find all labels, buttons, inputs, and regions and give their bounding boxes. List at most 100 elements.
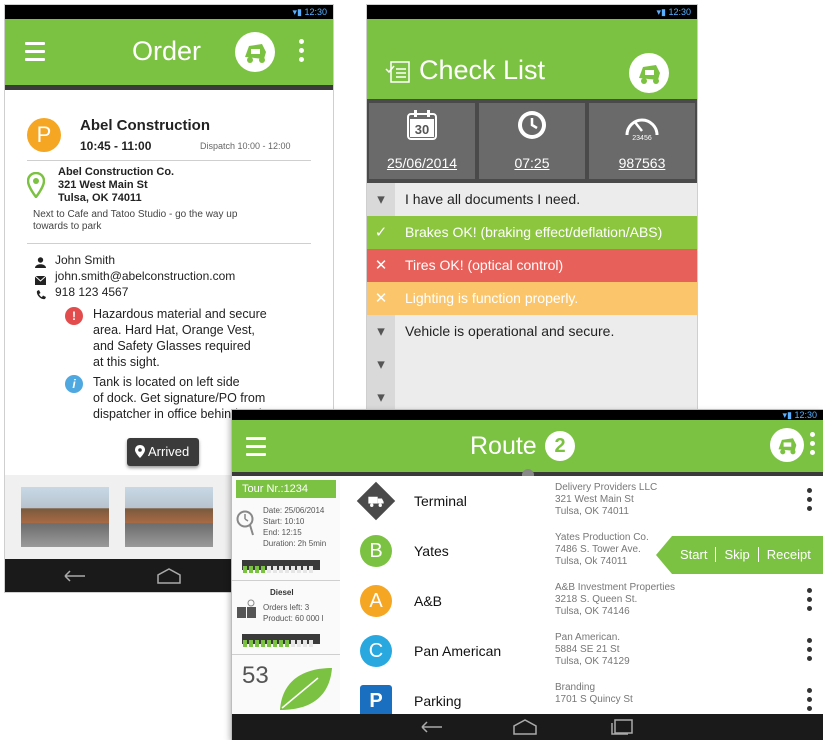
note-line: and Safety Glasses required — [93, 339, 251, 353]
arrived-button[interactable]: Arrived — [127, 438, 200, 466]
address-line: 321 West Main St — [555, 494, 634, 505]
contact-email[interactable]: john.smith@abelconstruction.com — [55, 269, 235, 283]
back-icon[interactable] — [420, 721, 446, 733]
leaf-icon — [280, 668, 332, 710]
menu-icon[interactable] — [25, 42, 45, 66]
recent-apps-icon[interactable] — [610, 719, 634, 735]
address-line: Branding — [555, 682, 596, 693]
app-bar-shadow — [5, 85, 333, 90]
stop-count-badge: 2 — [545, 431, 575, 461]
stop-address: Delivery Providers LLC 321 West Main St Tu… — [555, 482, 657, 518]
stop-row[interactable]: A A&B A&B Investment Properties 3218 S. Que… — [340, 576, 823, 627]
stop-menu-icon[interactable] — [807, 488, 813, 515]
address-line-2[interactable]: 321 West Main St — [58, 179, 148, 191]
address-line: Tulsa, OK 74011 — [555, 506, 629, 517]
checklist-item-label: Lighting is function properly. — [405, 290, 579, 306]
product-volume: Product: 60 000 l — [263, 614, 324, 623]
time-window: 10:45 - 11:00 — [80, 139, 152, 153]
note-line: area. Hard Hat, Orange Vest, — [93, 323, 255, 337]
clock-icon — [518, 111, 546, 139]
checklist-item[interactable]: ▾ — [367, 348, 697, 382]
time-progress — [242, 560, 320, 573]
expand-icon[interactable]: ▾ — [367, 348, 395, 381]
stop-address: A&B Investment Properties 3218 S. Queen S… — [555, 582, 675, 618]
cross-icon[interactable]: ✕ — [367, 282, 395, 315]
checklist-item[interactable]: ▾ Vehicle is operational and secure. — [367, 315, 697, 349]
route-app-bar: Route 2 — [232, 420, 823, 472]
stop-actions: Start Skip Receipt — [656, 536, 823, 574]
stop-letter-badge: A — [360, 585, 392, 617]
stop-menu-icon[interactable] — [807, 588, 813, 615]
start-button[interactable]: Start — [672, 547, 717, 562]
expand-icon[interactable]: ▾ — [367, 183, 395, 216]
home-icon[interactable] — [156, 568, 182, 584]
site-photo[interactable] — [21, 487, 109, 547]
person-icon — [35, 255, 46, 273]
odometer-tile[interactable]: 23456 987563 — [589, 103, 695, 179]
stop-letter-badge: B — [360, 535, 392, 567]
tour-number[interactable]: Tour Nr.:1234 — [236, 480, 336, 498]
check-icon[interactable]: ✓ — [367, 216, 395, 249]
checklist-item[interactable]: ✕ Tires OK! (optical control) — [367, 249, 697, 283]
warning-icon: ! — [65, 307, 83, 325]
site-photo[interactable] — [125, 487, 213, 547]
arrived-label: Arrived — [148, 444, 190, 459]
menu-icon[interactable] — [246, 437, 266, 461]
stop-menu-icon[interactable] — [807, 688, 813, 715]
overflow-menu-icon[interactable] — [810, 432, 816, 459]
address-line: Tulsa, OK 74146 — [555, 606, 630, 617]
stop-address: Yates Production Co. 7486 S. Tower Ave. Tu… — [555, 532, 649, 568]
expand-icon[interactable]: ▾ — [367, 315, 395, 348]
home-icon[interactable] — [512, 719, 538, 735]
map-pin-icon[interactable] — [26, 171, 46, 203]
trip-summary: 30 25/06/2014 07:25 23456 987563 — [367, 99, 697, 183]
route-screen: ▾▮ 12:30 Route 2 Tour Nr.:1234 Date: 25/… — [232, 410, 823, 740]
overflow-menu-icon[interactable] — [299, 39, 305, 66]
address-line-1[interactable]: Abel Construction Co. — [58, 166, 174, 178]
address-line-3[interactable]: Tulsa, OK 74011 — [58, 192, 142, 204]
status-bar: ▾▮ 12:30 — [232, 410, 823, 420]
contact-phone[interactable]: 918 123 4567 — [55, 285, 128, 299]
info-icon: i — [65, 375, 83, 393]
odometer-value: 987563 — [618, 155, 666, 171]
time-tile[interactable]: 07:25 — [479, 103, 585, 179]
checklist-item[interactable]: ▾ I have all documents I need. — [367, 183, 697, 217]
cross-icon[interactable]: ✕ — [367, 249, 395, 282]
checklist-item-label: Brakes OK! (braking effect/deflation/ABS… — [405, 224, 663, 240]
orders-left: Orders left: 3 — [263, 603, 310, 612]
truck-logo-icon — [629, 53, 669, 93]
stop-address: Pan American. 5884 SE 21 St Tulsa, OK 7412… — [555, 632, 630, 668]
date-value: 25/06/2014 — [386, 155, 458, 171]
checklist-item[interactable]: ✓ Brakes OK! (braking effect/deflation/AB… — [367, 216, 697, 250]
customer-name: Abel Construction — [80, 117, 210, 134]
date-tile[interactable]: 30 25/06/2014 — [369, 103, 475, 179]
address-line: Pan American. — [555, 632, 621, 643]
stop-letter-badge: C — [360, 635, 392, 667]
hazard-note: Hazardous material and secure area. Hard… — [93, 306, 267, 370]
pin-icon — [135, 445, 145, 458]
back-icon[interactable] — [63, 569, 89, 583]
checklist-app-bar: Check List — [367, 19, 697, 105]
stop-address: Branding 1701 S Quincy St — [555, 682, 633, 706]
stop-name: Terminal — [414, 493, 467, 509]
stop-row[interactable]: C Pan American Pan American. 5884 SE 21 St T… — [340, 626, 823, 677]
tour-start: Start: 10:10 — [263, 517, 305, 526]
checklist-screen: ▾▮ 12:30 Check List 30 25/06/2014 07:25 … — [367, 5, 697, 425]
stop-row[interactable]: Terminal Delivery Providers LLC 321 West M… — [340, 476, 823, 527]
note-line: Tank is located on left side — [93, 375, 240, 389]
address-line: Yates Production Co. — [555, 532, 649, 543]
address-line: 3218 S. Queen St. — [555, 594, 638, 605]
skip-button[interactable]: Skip — [716, 547, 759, 562]
terminal-truck-icon — [356, 481, 396, 521]
address-line: Tulsa, Ok 74011 — [555, 556, 628, 567]
stop-menu-icon[interactable] — [807, 638, 813, 665]
checklist-item-label: Vehicle is operational and secure. — [405, 323, 615, 339]
order-title: Order — [132, 36, 202, 66]
note-line: of dock. Get signature/PO from — [93, 391, 266, 405]
address-line: 1701 S Quincy St — [555, 694, 633, 705]
address-line: 5884 SE 21 St — [555, 644, 620, 655]
divider — [27, 243, 311, 244]
tour-sidebar: Tour Nr.:1234 Date: 25/06/2014 Start: 10… — [232, 476, 341, 714]
checklist-item[interactable]: ✕ Lighting is function properly. — [367, 282, 697, 316]
receipt-button[interactable]: Receipt — [759, 547, 819, 562]
